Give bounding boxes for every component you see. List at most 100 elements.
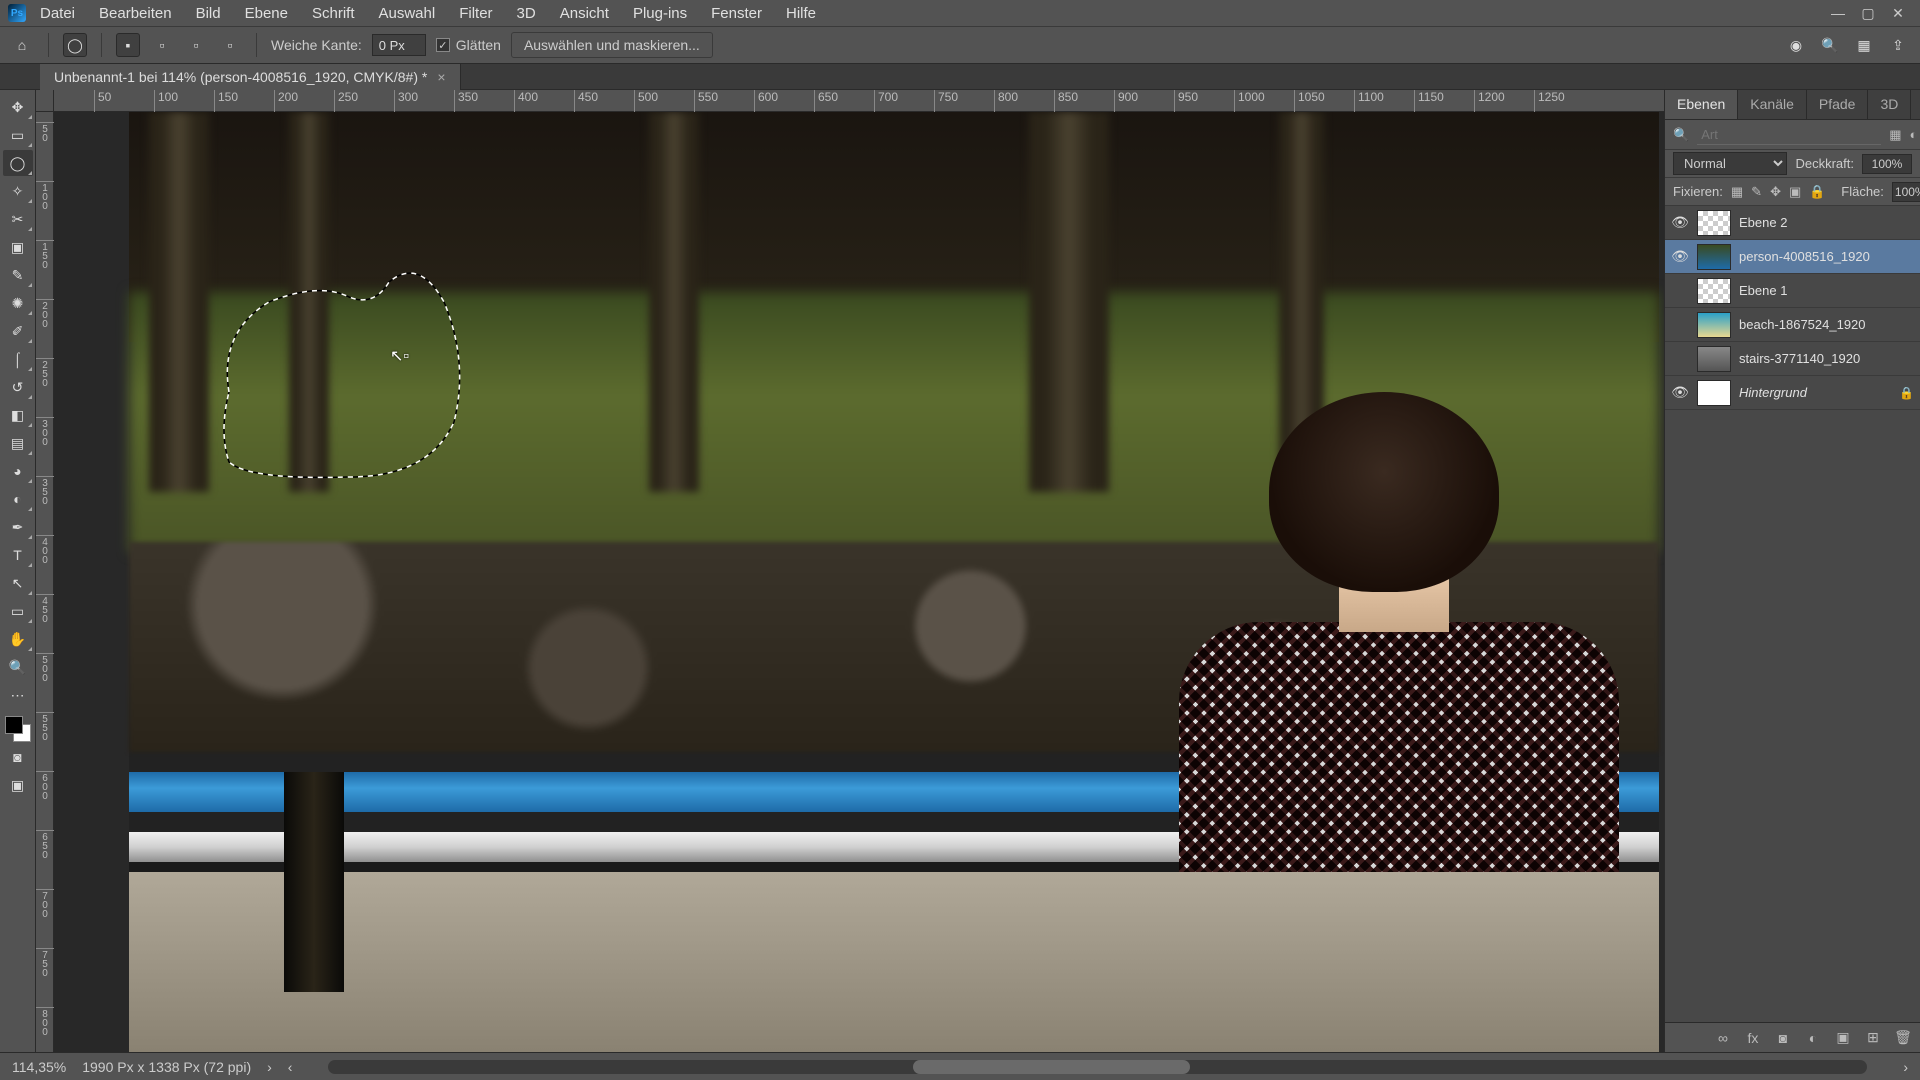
crop-tool[interactable]: ✂ bbox=[3, 206, 33, 232]
layer-thumbnail[interactable] bbox=[1697, 244, 1731, 270]
layer-name[interactable]: Ebene 2 bbox=[1739, 215, 1914, 230]
history-brush-tool[interactable]: ↺ bbox=[3, 374, 33, 400]
zoom-level[interactable]: 114,35% bbox=[12, 1059, 66, 1075]
frame-tool[interactable]: ▣ bbox=[3, 234, 33, 260]
eraser-tool[interactable]: ◧ bbox=[3, 402, 33, 428]
pen-tool[interactable]: ✒ bbox=[3, 514, 33, 540]
dodge-tool[interactable]: ◐ bbox=[3, 486, 33, 512]
layer-row[interactable]: stairs-3771140_1920 bbox=[1665, 342, 1920, 376]
lasso-tool[interactable]: ◯ bbox=[3, 150, 33, 176]
chevron-right-icon[interactable]: › bbox=[267, 1059, 272, 1075]
layer-visibility-toggle[interactable]: 👁 bbox=[1671, 214, 1689, 231]
layer-thumbnail[interactable] bbox=[1697, 346, 1731, 372]
opacity-value[interactable]: 100% bbox=[1862, 154, 1912, 174]
selection-subtract-icon[interactable]: ▫ bbox=[184, 33, 208, 57]
ruler-origin[interactable] bbox=[36, 90, 54, 112]
magic-wand-tool[interactable]: ✧ bbox=[3, 178, 33, 204]
edit-toolbar-button[interactable]: ⋯ bbox=[3, 682, 33, 708]
menu-datei[interactable]: Datei bbox=[30, 1, 85, 26]
home-icon[interactable]: ⌂ bbox=[10, 33, 34, 57]
search-icon[interactable]: 🔍 bbox=[1818, 33, 1842, 57]
screen-mode-toggle[interactable]: ▣ bbox=[3, 772, 33, 798]
menu-3d[interactable]: 3D bbox=[507, 1, 546, 26]
shape-tool[interactable]: ▭ bbox=[3, 598, 33, 624]
quick-mask-toggle[interactable]: ◙ bbox=[3, 744, 33, 770]
layer-row[interactable]: beach-1867524_1920 bbox=[1665, 308, 1920, 342]
gradient-tool[interactable]: ▤ bbox=[3, 430, 33, 456]
layer-row[interactable]: 👁Hintergrund🔒 bbox=[1665, 376, 1920, 410]
menu-hilfe[interactable]: Hilfe bbox=[776, 1, 826, 26]
panel-tab-ebenen[interactable]: Ebenen bbox=[1665, 90, 1738, 119]
layer-filter-input[interactable] bbox=[1697, 125, 1881, 145]
layer-row[interactable]: 👁 Ebene 2 bbox=[1665, 206, 1920, 240]
select-and-mask-button[interactable]: Auswählen und maskieren... bbox=[511, 32, 713, 58]
share-icon[interactable]: ⇪ bbox=[1886, 33, 1910, 57]
document-info[interactable]: 1990 Px x 1338 Px (72 ppi) bbox=[82, 1059, 251, 1075]
panel-tab-pfade[interactable]: Pfade bbox=[1807, 90, 1869, 119]
lock-artboard-icon[interactable]: ▣ bbox=[1789, 183, 1801, 201]
layer-row[interactable]: Ebene 1 bbox=[1665, 274, 1920, 308]
layer-thumbnail[interactable] bbox=[1697, 380, 1731, 406]
healing-brush-tool[interactable]: ✺ bbox=[3, 290, 33, 316]
layer-thumbnail[interactable] bbox=[1697, 278, 1731, 304]
link-layers-icon[interactable]: ∞ bbox=[1714, 1029, 1732, 1047]
color-swatch[interactable] bbox=[5, 716, 31, 742]
window-minimize-button[interactable]: — bbox=[1824, 3, 1852, 23]
hand-tool[interactable]: ✋ bbox=[3, 626, 33, 652]
menu-fenster[interactable]: Fenster bbox=[701, 1, 772, 26]
eyedropper-tool[interactable]: ✎ bbox=[3, 262, 33, 288]
layer-name[interactable]: stairs-3771140_1920 bbox=[1739, 351, 1914, 366]
layer-name[interactable]: person-4008516_1920 bbox=[1739, 249, 1914, 264]
new-layer-icon[interactable]: ⊞ bbox=[1864, 1029, 1882, 1047]
canvas-viewport[interactable]: ↖▫ bbox=[54, 112, 1664, 1052]
feather-input[interactable] bbox=[372, 34, 426, 56]
layer-style-icon[interactable]: fx bbox=[1744, 1029, 1762, 1047]
document-canvas[interactable]: ↖▫ bbox=[129, 112, 1659, 1052]
lock-transparent-icon[interactable]: ▦ bbox=[1731, 183, 1743, 201]
window-restore-button[interactable]: ▢ bbox=[1854, 3, 1882, 23]
layer-name[interactable]: Hintergrund bbox=[1739, 385, 1891, 400]
foreground-color[interactable] bbox=[5, 716, 23, 734]
window-close-button[interactable]: ✕ bbox=[1884, 3, 1912, 23]
lock-all-icon[interactable]: 🔒 bbox=[1809, 183, 1825, 201]
lock-pixels-icon[interactable]: ✎ bbox=[1751, 183, 1762, 201]
layer-name[interactable]: beach-1867524_1920 bbox=[1739, 317, 1914, 332]
layer-thumbnail[interactable] bbox=[1697, 312, 1731, 338]
workspace-icon[interactable]: ▦ bbox=[1852, 33, 1876, 57]
selection-new-icon[interactable]: ▪ bbox=[116, 33, 140, 57]
menu-schrift[interactable]: Schrift bbox=[302, 1, 365, 26]
layer-row[interactable]: 👁 person-4008516_1920 bbox=[1665, 240, 1920, 274]
blur-tool[interactable]: ◕ bbox=[3, 458, 33, 484]
move-tool[interactable]: ✥ bbox=[3, 94, 33, 120]
menu-ebene[interactable]: Ebene bbox=[235, 1, 298, 26]
layer-thumbnail[interactable] bbox=[1697, 210, 1731, 236]
filter-pixel-icon[interactable]: ▦ bbox=[1889, 126, 1901, 144]
close-tab-icon[interactable]: × bbox=[437, 69, 445, 85]
brush-tool[interactable]: ✐ bbox=[3, 318, 33, 344]
type-tool[interactable]: T bbox=[3, 542, 33, 568]
new-group-icon[interactable]: ▣ bbox=[1834, 1029, 1852, 1047]
blend-mode-select[interactable]: Normal bbox=[1673, 152, 1787, 175]
panel-tab-kanäle[interactable]: Kanäle bbox=[1738, 90, 1807, 119]
menu-ansicht[interactable]: Ansicht bbox=[550, 1, 619, 26]
fill-value[interactable]: 100% bbox=[1892, 182, 1920, 202]
layer-visibility-toggle[interactable]: 👁 bbox=[1671, 248, 1689, 265]
panel-tab-3d[interactable]: 3D bbox=[1868, 90, 1911, 119]
layer-name[interactable]: Ebene 1 bbox=[1739, 283, 1914, 298]
layer-visibility-toggle[interactable]: 👁 bbox=[1671, 384, 1689, 401]
marquee-tool[interactable]: ▭ bbox=[3, 122, 33, 148]
menu-auswahl[interactable]: Auswahl bbox=[369, 1, 446, 26]
zoom-tool[interactable]: 🔍 bbox=[3, 654, 33, 680]
selection-intersect-icon[interactable]: ▫ bbox=[218, 33, 242, 57]
horizontal-scrollbar[interactable] bbox=[328, 1060, 1867, 1074]
lasso-tool-preset-icon[interactable]: ◯ bbox=[63, 33, 87, 57]
lock-position-icon[interactable]: ✥ bbox=[1770, 183, 1781, 201]
add-mask-icon[interactable]: ◙ bbox=[1774, 1029, 1792, 1047]
menu-bild[interactable]: Bild bbox=[186, 1, 231, 26]
menu-bearbeiten[interactable]: Bearbeiten bbox=[89, 1, 182, 26]
path-selection-tool[interactable]: ↖ bbox=[3, 570, 33, 596]
menu-plug-ins[interactable]: Plug-ins bbox=[623, 1, 697, 26]
document-tab[interactable]: Unbenannt-1 bei 114% (person-4008516_192… bbox=[40, 64, 461, 90]
selection-add-icon[interactable]: ▫ bbox=[150, 33, 174, 57]
delete-layer-icon[interactable]: 🗑 bbox=[1894, 1029, 1912, 1047]
